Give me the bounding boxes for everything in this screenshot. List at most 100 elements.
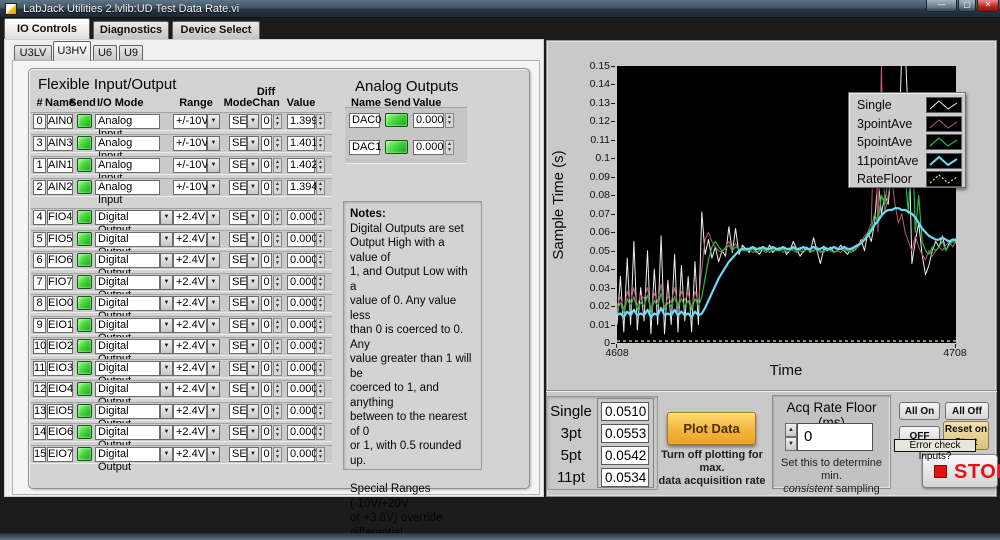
range-dropdown-icon[interactable]: ▼ bbox=[207, 339, 220, 354]
diff-chan-field[interactable]: 0 bbox=[261, 136, 272, 151]
diff-chan-spinner[interactable]: ▲ ▼ bbox=[273, 447, 282, 462]
value-field[interactable]: 0.000 bbox=[287, 404, 315, 419]
channel-name-field[interactable]: AIN3 bbox=[47, 136, 73, 151]
range-dropdown-icon[interactable]: ▼ bbox=[207, 404, 220, 419]
io-mode-select[interactable]: Analog Input bbox=[95, 158, 160, 173]
diff-chan-spinner[interactable]: ▲ ▼ bbox=[273, 404, 282, 419]
io-mode-select[interactable]: Digital Output bbox=[95, 318, 160, 333]
io-mode-select[interactable]: Digital Output bbox=[95, 339, 160, 354]
value-spinner[interactable]: ▲ ▼ bbox=[316, 275, 325, 290]
io-mode-dropdown-icon[interactable]: ▼ bbox=[160, 382, 173, 397]
value-spinner[interactable]: ▲ ▼ bbox=[316, 210, 325, 225]
mode-select[interactable]: SE bbox=[229, 339, 247, 354]
io-mode-dropdown-icon[interactable]: ▼ bbox=[160, 425, 173, 440]
tab-u6[interactable]: U6 bbox=[93, 45, 117, 61]
value-spinner[interactable]: ▲ ▼ bbox=[316, 253, 325, 268]
channel-name-field[interactable]: EIO5 bbox=[47, 404, 73, 419]
send-led-button[interactable] bbox=[77, 404, 92, 418]
value-field[interactable]: 0.000 bbox=[287, 210, 315, 225]
diff-chan-spinner[interactable]: ▲ ▼ bbox=[273, 296, 282, 311]
range-select[interactable]: +2.4V bbox=[173, 425, 207, 440]
mode-select[interactable]: SE bbox=[229, 382, 247, 397]
io-mode-select[interactable]: Digital Output bbox=[95, 361, 160, 376]
diff-chan-spinner[interactable]: ▲ ▼ bbox=[273, 210, 282, 225]
mode-select[interactable]: SE bbox=[229, 232, 247, 247]
mode-select[interactable]: SE bbox=[229, 404, 247, 419]
io-mode-dropdown-icon[interactable]: ▼ bbox=[160, 253, 173, 268]
range-select[interactable]: +2.4V bbox=[173, 318, 207, 333]
diff-chan-field[interactable]: 0 bbox=[261, 404, 272, 419]
diff-chan-field[interactable]: 0 bbox=[261, 232, 272, 247]
send-led-button[interactable] bbox=[77, 339, 92, 353]
channel-name-field[interactable]: AIN1 bbox=[47, 158, 73, 173]
range-select[interactable]: +/-10V bbox=[173, 136, 207, 151]
io-mode-select[interactable]: Analog Input bbox=[95, 114, 160, 129]
dac-name-field[interactable]: DAC0 bbox=[349, 113, 380, 128]
diff-chan-field[interactable]: 0 bbox=[261, 361, 272, 376]
range-dropdown-icon[interactable]: ▼ bbox=[207, 232, 220, 247]
channel-name-field[interactable]: EIO3 bbox=[47, 361, 73, 376]
value-spinner[interactable]: ▲ ▼ bbox=[316, 318, 325, 333]
io-mode-dropdown-icon[interactable]: ▼ bbox=[160, 296, 173, 311]
range-select[interactable]: +/-10V bbox=[173, 158, 207, 173]
tab-device-select[interactable]: Device Select bbox=[172, 21, 260, 39]
send-led-button[interactable] bbox=[77, 296, 92, 310]
mode-select[interactable]: SE bbox=[229, 136, 247, 151]
diff-chan-field[interactable]: 0 bbox=[261, 180, 272, 195]
value-spinner[interactable]: ▲ ▼ bbox=[316, 232, 325, 247]
send-led-button[interactable] bbox=[77, 210, 92, 224]
range-dropdown-icon[interactable]: ▼ bbox=[207, 275, 220, 290]
value-field[interactable]: 1.402 bbox=[287, 158, 315, 173]
mode-dropdown-icon[interactable]: ▼ bbox=[247, 318, 259, 333]
value-field[interactable]: 0.000 bbox=[287, 382, 315, 397]
send-led-button[interactable] bbox=[77, 382, 92, 396]
dac-name-field[interactable]: DAC1 bbox=[349, 140, 380, 155]
range-dropdown-icon[interactable]: ▼ bbox=[207, 361, 220, 376]
range-select[interactable]: +2.4V bbox=[173, 339, 207, 354]
io-mode-dropdown-icon[interactable]: ▼ bbox=[160, 232, 173, 247]
mode-dropdown-icon[interactable]: ▼ bbox=[247, 296, 259, 311]
acq-decrement-button[interactable]: ▼ bbox=[785, 437, 797, 451]
send-led-button[interactable] bbox=[77, 361, 92, 375]
value-spinner[interactable]: ▲ ▼ bbox=[316, 382, 325, 397]
mode-dropdown-icon[interactable]: ▼ bbox=[247, 275, 259, 290]
channel-name-field[interactable]: EIO6 bbox=[47, 425, 73, 440]
legend-item[interactable]: RateFloor bbox=[849, 170, 965, 188]
value-spinner[interactable]: ▲ ▼ bbox=[316, 180, 325, 195]
diff-chan-spinner[interactable]: ▲ ▼ bbox=[273, 339, 282, 354]
range-dropdown-icon[interactable]: ▼ bbox=[207, 114, 220, 129]
channel-name-field[interactable]: EIO2 bbox=[47, 339, 73, 354]
channel-name-field[interactable]: EIO4 bbox=[47, 382, 73, 397]
range-dropdown-icon[interactable]: ▼ bbox=[207, 136, 220, 151]
value-spinner[interactable]: ▲ ▼ bbox=[316, 114, 325, 129]
range-dropdown-icon[interactable]: ▼ bbox=[207, 382, 220, 397]
mode-select[interactable]: SE bbox=[229, 180, 247, 195]
value-spinner[interactable]: ▲ ▼ bbox=[316, 339, 325, 354]
value-spinner[interactable]: ▲ ▼ bbox=[316, 361, 325, 376]
io-mode-dropdown-icon[interactable]: ▼ bbox=[160, 404, 173, 419]
send-led-button[interactable] bbox=[77, 318, 92, 332]
io-mode-dropdown-icon[interactable]: ▼ bbox=[160, 361, 173, 376]
value-spinner[interactable]: ▲ ▼ bbox=[316, 158, 325, 173]
mode-dropdown-icon[interactable]: ▼ bbox=[247, 232, 259, 247]
mode-dropdown-icon[interactable]: ▼ bbox=[247, 114, 259, 129]
io-mode-dropdown-icon[interactable]: ▼ bbox=[160, 447, 173, 462]
mode-dropdown-icon[interactable]: ▼ bbox=[247, 447, 259, 462]
value-field[interactable]: 1.399 bbox=[287, 114, 315, 129]
diff-chan-spinner[interactable]: ▲ ▼ bbox=[273, 158, 282, 173]
diff-chan-spinner[interactable]: ▲ ▼ bbox=[273, 114, 282, 129]
diff-chan-field[interactable]: 0 bbox=[261, 275, 272, 290]
all-on-button[interactable]: All On bbox=[899, 402, 940, 420]
io-mode-dropdown-icon[interactable]: ▼ bbox=[160, 318, 173, 333]
tab-io-controls[interactable]: IO Controls bbox=[4, 18, 90, 39]
value-spinner[interactable]: ▲ ▼ bbox=[316, 136, 325, 151]
io-mode-select[interactable]: Analog Input bbox=[95, 180, 160, 195]
diff-chan-field[interactable]: 0 bbox=[261, 158, 272, 173]
dac-value-spinner[interactable]: ▲ ▼ bbox=[445, 140, 454, 155]
minimize-button[interactable]: — bbox=[926, 0, 957, 12]
channel-name-field[interactable]: EIO7 bbox=[47, 447, 73, 462]
send-led-button[interactable] bbox=[77, 158, 92, 172]
diff-chan-spinner[interactable]: ▲ ▼ bbox=[273, 253, 282, 268]
acq-increment-button[interactable]: ▲ bbox=[785, 423, 797, 437]
channel-name-field[interactable]: EIO0 bbox=[47, 296, 73, 311]
